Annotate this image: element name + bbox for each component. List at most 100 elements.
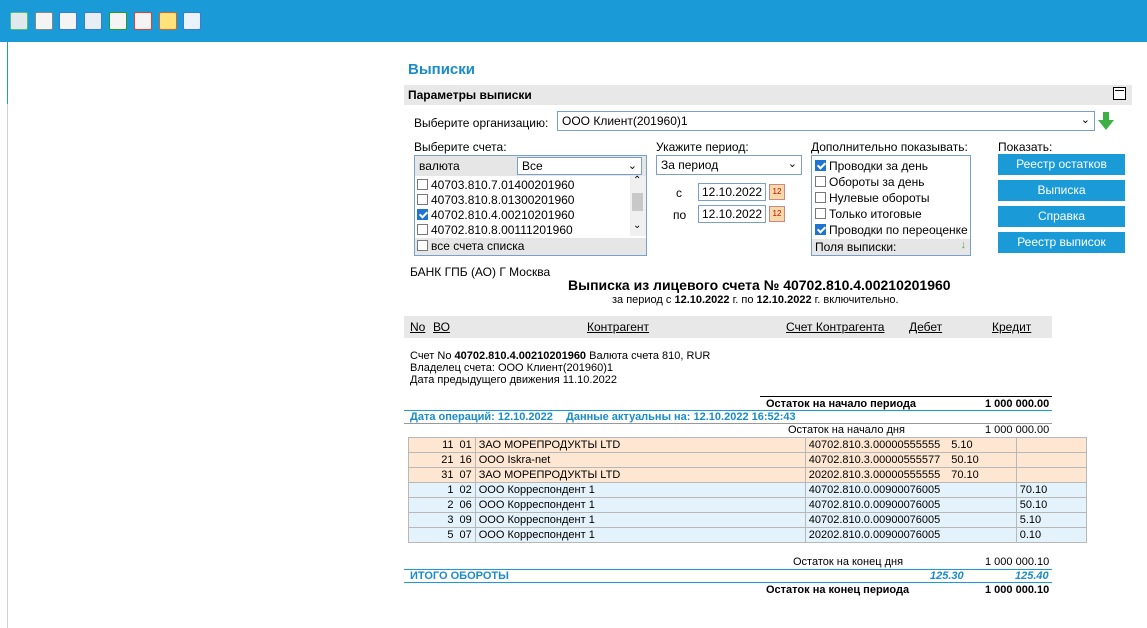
account-currency: Валюта счета 810, RUR	[589, 350, 711, 362]
row-no: 21	[408, 452, 457, 468]
account-item[interactable]: 40702.810.8.00111201960	[417, 223, 573, 237]
account-line: Счет No 40702.810.4.00210201960 Валюта с…	[410, 350, 710, 362]
extra-option[interactable]: Проводки по переоценке	[815, 223, 968, 237]
divider	[404, 582, 1052, 583]
account-prefix: Счет No	[410, 350, 452, 362]
statements-registry-button[interactable]: Реестр выписок	[998, 232, 1125, 253]
total-credit: 125.40	[1015, 570, 1049, 582]
org-select[interactable]: ООО Клиент(201960)1 ⌄	[557, 111, 1095, 131]
document-icon[interactable]	[35, 12, 53, 30]
collapse-icon[interactable]	[1113, 87, 1126, 100]
account-checkbox[interactable]	[417, 194, 428, 205]
statement-button[interactable]: Выписка	[998, 180, 1125, 201]
chevron-down-icon[interactable]: ⌄	[633, 220, 641, 231]
preview-icon[interactable]	[59, 12, 77, 30]
extra-checkbox[interactable]	[815, 160, 826, 171]
row-no: 1	[408, 482, 457, 498]
period-select-value: За период	[661, 158, 719, 172]
account-item[interactable]: 40702.810.4.00210201960	[417, 208, 574, 222]
to-date-input[interactable]: 12.10.2022	[698, 205, 766, 223]
statement-title: Выписка из лицевого счета № 40702.810.4.…	[568, 277, 951, 293]
table-row[interactable]: 5 07 ООО Корреспондент 1 20202.810.0.009…	[408, 527, 1087, 543]
account-number: 40703.810.8.01300201960	[431, 193, 575, 207]
chevron-up-icon[interactable]: ⌃	[633, 175, 641, 186]
row-vo: 09	[456, 512, 476, 528]
account-item[interactable]: 40703.810.8.01300201960	[417, 193, 574, 207]
row-account: 20202.810.0.00900076005	[804, 527, 949, 543]
row-account: 40702.810.0.00900076005	[804, 497, 949, 513]
account-checkbox[interactable]	[417, 179, 428, 190]
balances-registry-button[interactable]: Реестр остатков	[998, 154, 1125, 175]
extra-checkbox[interactable]	[815, 208, 826, 219]
divider	[404, 423, 1052, 424]
col-debit[interactable]: Дебет	[909, 320, 942, 334]
row-party: ООО Корреспондент 1	[474, 527, 806, 543]
show-label: Показать:	[998, 140, 1053, 154]
close-balance-value: 1 000 000.10	[985, 584, 1050, 596]
extra-checkbox[interactable]	[815, 192, 826, 203]
period-from: 12.10.2022	[674, 294, 730, 306]
account-checkbox[interactable]	[417, 209, 428, 220]
col-party-account[interactable]: Счет Контрагента	[786, 320, 884, 334]
table-row[interactable]: 3 09 ООО Корреспондент 1 40702.810.0.009…	[408, 512, 1087, 528]
print-settings-icon[interactable]	[84, 12, 102, 30]
table-row[interactable]: 31 07 ЗАО МОРЕПРОДУКТЫ LTD 20202.810.3.0…	[408, 467, 1087, 483]
period-label: Укажите период:	[656, 140, 749, 154]
reference-button[interactable]: Справка	[998, 206, 1125, 227]
row-no: 31	[408, 467, 457, 483]
scroll-thumb[interactable]	[632, 193, 643, 211]
all-accounts-checkbox[interactable]	[417, 240, 428, 251]
currency-select[interactable]: Все ⌄	[517, 157, 642, 175]
print-icon[interactable]	[10, 12, 28, 30]
extra-option[interactable]: Обороты за день	[815, 175, 924, 189]
edit-icon[interactable]	[159, 12, 177, 30]
extra-option[interactable]: Нулевые обороты	[815, 191, 930, 205]
green-down-arrow-icon[interactable]	[1097, 111, 1115, 131]
account-number-bold: 40702.810.4.00210201960	[454, 350, 587, 362]
page-title: Выписки	[408, 61, 475, 78]
expand-down-icon[interactable]: ↓	[961, 239, 967, 251]
prev-movement: Дата предыдущего движения 11.10.2022	[410, 374, 617, 386]
table-row[interactable]: 2 06 ООО Корреспондент 1 40702.810.0.009…	[408, 497, 1087, 513]
col-vo[interactable]: ВО	[433, 320, 450, 334]
row-account: 40702.810.3.00000555577	[804, 452, 949, 468]
extra-option[interactable]: Только итоговые	[815, 207, 922, 221]
row-no: 3	[408, 512, 457, 528]
row-credit: 5.10	[1015, 512, 1087, 528]
chart-icon[interactable]	[183, 12, 201, 30]
row-party: ООО Корреспондент 1	[474, 482, 806, 498]
row-credit	[1015, 467, 1087, 483]
accounts-scrollbar[interactable]: ⌃ ⌄	[630, 175, 646, 236]
account-checkbox[interactable]	[417, 224, 428, 235]
period-select[interactable]: За период ⌄	[656, 155, 802, 175]
extra-option[interactable]: Проводки за день	[815, 159, 928, 173]
params-header-label: Параметры выписки	[408, 88, 532, 102]
calendar-icon[interactable]: 12	[769, 184, 785, 200]
table-row[interactable]: 1 02 ООО Корреспондент 1 40702.810.0.009…	[408, 482, 1087, 498]
from-date-input[interactable]: 12.10.2022	[698, 183, 766, 201]
totals-label: ИТОГО ОБОРОТЫ	[410, 570, 509, 582]
col-no[interactable]: No	[410, 320, 425, 334]
statement-columns: No ВО Контрагент Счет Контрагента Дебет …	[404, 316, 1052, 338]
extra-option-label: Проводки по переоценке	[829, 223, 968, 237]
col-party[interactable]: Контрагент	[587, 320, 649, 334]
row-vo: 07	[456, 527, 476, 543]
extra-checkbox[interactable]	[815, 176, 826, 187]
extra-checkbox[interactable]	[815, 224, 826, 235]
col-credit[interactable]: Кредит	[992, 320, 1031, 334]
row-party: ООО Корреспондент 1	[474, 512, 806, 528]
period-to: 12.10.2022	[756, 294, 812, 306]
export-icon[interactable]	[109, 12, 127, 30]
report-icon[interactable]	[134, 12, 152, 30]
table-row[interactable]: 11 01 ЗАО МОРЕПРОДУКТЫ LTD 40702.810.3.0…	[408, 437, 1087, 453]
account-number: 40703.810.7.01400201960	[431, 178, 575, 192]
data-actual: Данные актуальны на: 12.10.2022 16:52:43	[566, 411, 796, 423]
all-accounts-row[interactable]: все счета списка	[415, 238, 646, 255]
extra-option-label: Проводки за день	[829, 159, 928, 173]
extra-option-label: Только итоговые	[829, 207, 922, 221]
calendar-icon[interactable]: 12	[769, 206, 785, 222]
from-label: с	[676, 186, 682, 200]
table-row[interactable]: 21 16 ООО Iskra-net 40702.810.3.00000555…	[408, 452, 1087, 468]
account-item[interactable]: 40703.810.7.01400201960	[417, 178, 574, 192]
fields-row[interactable]: Поля выписки: ↓	[812, 239, 970, 255]
